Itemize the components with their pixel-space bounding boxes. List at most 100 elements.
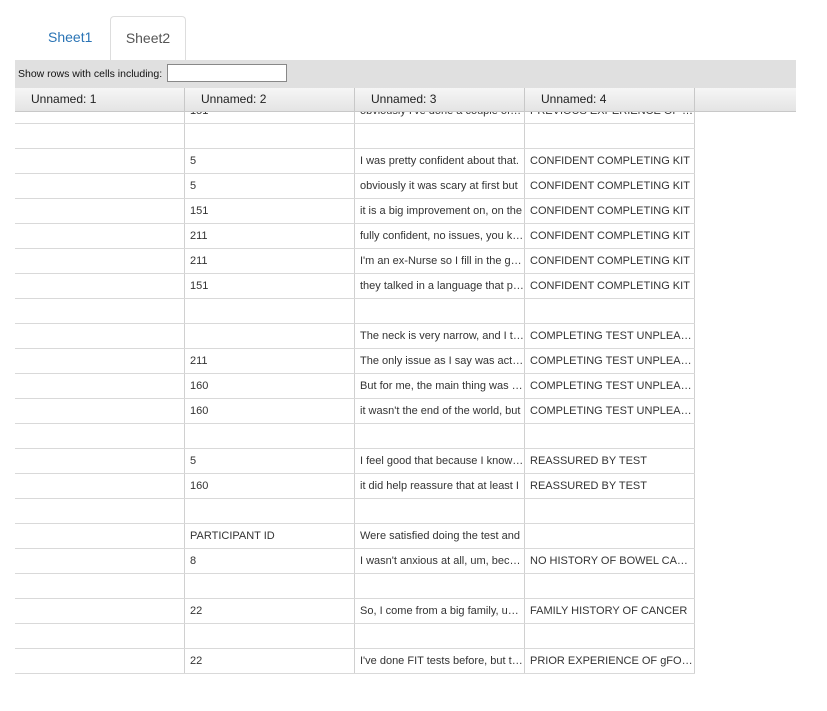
table-cell[interactable]: I wasn't anxious at all, um, because [355, 549, 525, 573]
table-cell[interactable] [525, 574, 695, 598]
table-cell[interactable]: 160 [185, 374, 355, 398]
table-cell[interactable] [15, 174, 185, 198]
table-cell[interactable] [15, 499, 185, 523]
table-row: 151 they talked in a language that people… [15, 274, 695, 299]
table-cell[interactable] [15, 124, 185, 148]
table-cell[interactable]: COMPLETING TEST UNPLEASANT [525, 374, 695, 398]
table-cell[interactable]: FAMILY HISTORY OF CANCER [525, 599, 695, 623]
data-table: Unnamed: 1 Unnamed: 2 Unnamed: 3 Unnamed… [15, 88, 796, 687]
table-cell[interactable]: 5 [185, 174, 355, 198]
table-cell[interactable] [15, 424, 185, 448]
table-cell[interactable]: 151 [185, 199, 355, 223]
table-cell[interactable]: Were satisfied doing the test and [355, 524, 525, 548]
table-cell[interactable]: it wasn't the end of the world, but [355, 399, 525, 423]
table-cell[interactable]: I've done FIT tests before, but this [355, 649, 525, 673]
table-cell[interactable]: I'm an ex-Nurse so I fill in the gaps [355, 249, 525, 273]
table-cell[interactable]: 22 [185, 649, 355, 673]
table-cell[interactable] [525, 124, 695, 148]
filter-input[interactable] [167, 64, 287, 82]
table-cell[interactable] [185, 499, 355, 523]
table-cell[interactable] [185, 124, 355, 148]
table-cell[interactable]: they talked in a language that people [355, 274, 525, 298]
table-cell[interactable]: REASSURED BY TEST [525, 474, 695, 498]
table-cell[interactable] [15, 524, 185, 548]
table-cell[interactable]: PRIOR EXPERIENCE OF gFOBT [525, 649, 695, 673]
table-cell[interactable]: 5 [185, 449, 355, 473]
table-cell[interactable] [15, 474, 185, 498]
column-header-4[interactable]: Unnamed: 4 [525, 88, 695, 111]
table-cell[interactable] [185, 299, 355, 323]
table-cell[interactable] [185, 624, 355, 648]
table-cell[interactable] [525, 499, 695, 523]
table-cell[interactable]: 22 [185, 599, 355, 623]
table-cell[interactable] [15, 549, 185, 573]
table-cell[interactable]: CONFIDENT COMPLETING KIT [525, 274, 695, 298]
table-cell[interactable] [15, 224, 185, 248]
table-cell[interactable]: CONFIDENT COMPLETING KIT [525, 224, 695, 248]
table-cell[interactable]: COMPLETING TEST UNPLEASANT [525, 399, 695, 423]
table-cell[interactable] [15, 349, 185, 373]
table-cell[interactable] [355, 124, 525, 148]
table-cell[interactable] [15, 624, 185, 648]
table-cell[interactable] [15, 399, 185, 423]
table-cell[interactable]: 160 [185, 474, 355, 498]
table-cell[interactable]: The neck is very narrow, and I think [355, 324, 525, 348]
table-cell[interactable]: 8 [185, 549, 355, 573]
column-header-1[interactable]: Unnamed: 1 [15, 88, 185, 111]
table-cell[interactable]: But for me, the main thing was the [355, 374, 525, 398]
table-cell[interactable] [525, 299, 695, 323]
table-cell[interactable]: obviously it was scary at first but [355, 174, 525, 198]
tab-sheet1[interactable]: Sheet1 [33, 16, 107, 60]
table-cell[interactable] [15, 149, 185, 173]
table-cell[interactable] [15, 574, 185, 598]
table-cell[interactable]: COMPLETING TEST UNPLEASANT [525, 349, 695, 373]
table-cell[interactable] [355, 574, 525, 598]
table-cell[interactable]: it did help reassure that at least I [355, 474, 525, 498]
column-header-2[interactable]: Unnamed: 2 [185, 88, 355, 111]
table-cell[interactable]: 211 [185, 249, 355, 273]
table-cell[interactable]: CONFIDENT COMPLETING KIT [525, 199, 695, 223]
column-header-3[interactable]: Unnamed: 3 [355, 88, 525, 111]
table-cell[interactable]: it is a big improvement on, on the [355, 199, 525, 223]
table-cell[interactable]: 211 [185, 349, 355, 373]
table-body: 151I've kind of done a couple of thingsP… [15, 88, 695, 674]
table-cell[interactable]: I was pretty confident about that. [355, 149, 525, 173]
table-cell[interactable]: CONFIDENT COMPLETING KIT [525, 149, 695, 173]
table-cell[interactable] [15, 599, 185, 623]
table-row [15, 499, 695, 524]
table-row: 22 I've done FIT tests before, but this PR… [15, 649, 695, 674]
table-cell[interactable]: 5 [185, 149, 355, 173]
table-cell[interactable] [15, 449, 185, 473]
table-cell[interactable]: REASSURED BY TEST [525, 449, 695, 473]
table-cell[interactable] [525, 524, 695, 548]
table-cell[interactable]: The only issue as I say was actually [355, 349, 525, 373]
table-cell[interactable] [15, 274, 185, 298]
table-cell[interactable] [185, 424, 355, 448]
table-cell[interactable]: I feel good that because I know that [355, 449, 525, 473]
table-cell[interactable]: PARTICIPANT ID [185, 524, 355, 548]
table-cell[interactable]: fully confident, no issues, you know [355, 224, 525, 248]
table-cell[interactable] [15, 324, 185, 348]
table-cell[interactable] [525, 424, 695, 448]
table-cell[interactable]: So, I come from a big family, um, and [355, 599, 525, 623]
table-cell[interactable] [185, 324, 355, 348]
table-cell[interactable] [185, 574, 355, 598]
table-cell[interactable]: 160 [185, 399, 355, 423]
table-cell[interactable] [525, 624, 695, 648]
table-cell[interactable] [355, 624, 525, 648]
table-cell[interactable] [15, 374, 185, 398]
table-cell[interactable] [355, 499, 525, 523]
table-cell[interactable]: CONFIDENT COMPLETING KIT [525, 249, 695, 273]
table-cell[interactable] [15, 299, 185, 323]
table-cell[interactable]: 211 [185, 224, 355, 248]
table-cell[interactable]: 151 [185, 274, 355, 298]
table-cell[interactable]: NO HISTORY OF BOWEL CANCER [525, 549, 695, 573]
tab-sheet2[interactable]: Sheet2 [110, 16, 186, 60]
table-cell[interactable] [15, 199, 185, 223]
table-cell[interactable]: COMPLETING TEST UNPLEASANT [525, 324, 695, 348]
table-cell[interactable] [355, 299, 525, 323]
table-cell[interactable] [15, 649, 185, 673]
table-cell[interactable]: CONFIDENT COMPLETING KIT [525, 174, 695, 198]
table-cell[interactable] [355, 424, 525, 448]
table-cell[interactable] [15, 249, 185, 273]
